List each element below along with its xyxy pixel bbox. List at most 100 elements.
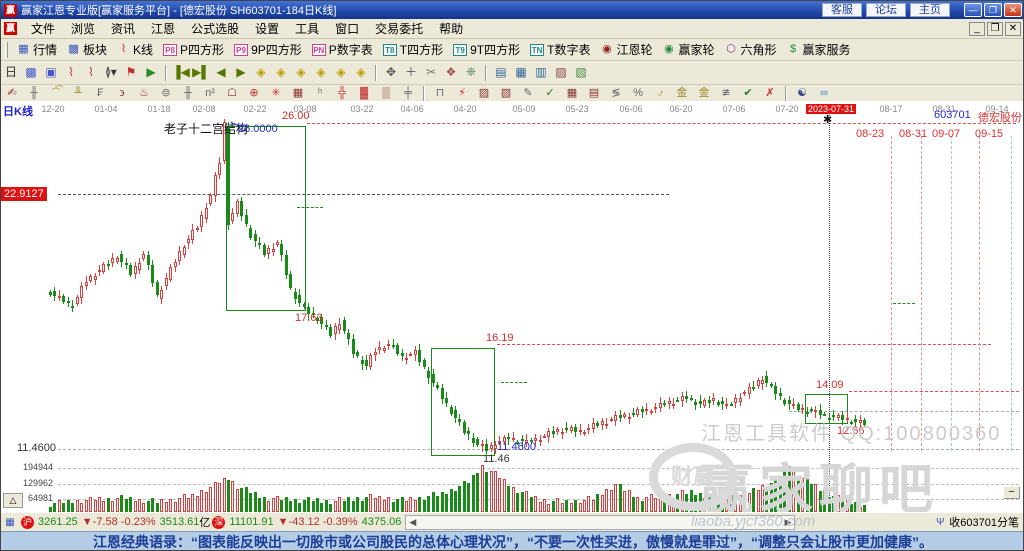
tool-icon[interactable]: ▧ <box>495 86 517 101</box>
scroll-left-arrow[interactable]: ◀ <box>409 517 416 528</box>
tool-icon[interactable]: ✥ <box>382 64 400 82</box>
tool-icon[interactable]: ⊜ <box>155 86 177 101</box>
tool-icon[interactable]: 金 <box>693 86 715 101</box>
tool-icon[interactable]: ⊕ <box>243 86 265 101</box>
toolbar-button-行情[interactable]: ▦ 行情 <box>12 40 62 59</box>
tool-icon[interactable]: 金 <box>671 86 693 101</box>
tool-icon[interactable]: ⚑ <box>122 64 140 82</box>
menu-item-资讯[interactable]: 资讯 <box>103 20 143 38</box>
tool-icon[interactable]: ⚡ <box>451 86 473 101</box>
tool-icon[interactable]: ╨ <box>67 86 89 101</box>
forum-button[interactable]: 论坛 <box>866 3 906 17</box>
support-button[interactable]: 客服 <box>822 3 862 17</box>
tool-icon[interactable]: ▦ <box>561 86 583 101</box>
toolbar-button-P四方形[interactable]: P8 P四方形 <box>158 40 229 59</box>
market-grid-icon[interactable]: ▦ <box>3 516 17 529</box>
menu-item-工具[interactable]: 工具 <box>287 20 327 38</box>
tool-icon[interactable]: ∞ <box>813 86 835 101</box>
tool-icon[interactable]: ╪ <box>397 86 419 101</box>
tool-icon[interactable]: ╬ <box>331 86 353 101</box>
tool-icon[interactable]: ╫ <box>177 86 199 101</box>
child-minimize-button[interactable]: _ <box>969 21 985 36</box>
tool-icon[interactable]: ◈ <box>272 64 290 82</box>
tool-icon[interactable]: ≬▾ <box>102 64 120 82</box>
menu-item-浏览[interactable]: 浏览 <box>63 20 103 38</box>
tool-icon[interactable]: ▧ <box>572 64 590 82</box>
menu-item-文件[interactable]: 文件 <box>23 20 63 38</box>
toolbar-button-板块[interactable]: ▩ 板块 <box>62 40 112 59</box>
tool-icon[interactable]: ▦ <box>287 86 309 101</box>
tool-icon[interactable]: ▨ <box>473 86 495 101</box>
tool-icon[interactable]: ▶ <box>232 64 250 82</box>
child-close-button[interactable]: ✕ <box>1005 21 1021 36</box>
toolbar-button-9P四方形[interactable]: P9 9P四方形 <box>229 40 307 59</box>
tool-icon[interactable]: ✂ <box>422 64 440 82</box>
tool-icon[interactable]: ▣ <box>42 64 60 82</box>
tool-icon[interactable]: ◈ <box>252 64 270 82</box>
tool-icon[interactable]: ▤ <box>583 86 605 101</box>
tool-icon[interactable]: ▦ <box>512 64 530 82</box>
tool-icon[interactable]: ʰ <box>309 86 331 101</box>
toolbar-button-9T四方形[interactable]: T9 9T四方形 <box>448 40 525 59</box>
tool-icon[interactable]: ≇ <box>715 86 737 101</box>
tool-icon[interactable]: ◈ <box>332 64 350 82</box>
tool-icon[interactable]: ▶▌ <box>192 64 210 82</box>
toolbar-button-T四方形[interactable]: T8 T四方形 <box>378 40 448 59</box>
child-restore-button[interactable]: ❐ <box>987 21 1003 36</box>
expand-panel-button[interactable]: △ <box>3 493 23 508</box>
tool-icon[interactable]: ⊓ <box>429 86 451 101</box>
tool-icon[interactable]: ▤ <box>492 64 510 82</box>
tool-icon[interactable]: ▨ <box>552 64 570 82</box>
tool-icon[interactable]: ✎ <box>517 86 539 101</box>
toolbar-button-六角形[interactable]: ⬡ 六角形 <box>720 40 782 59</box>
tool-icon[interactable]: n² <box>199 86 221 101</box>
collapse-volume-button[interactable]: – <box>1003 486 1020 499</box>
tool-icon[interactable]: ╫ <box>23 86 45 101</box>
tool-icon[interactable]: ☖ <box>221 86 243 101</box>
tool-icon[interactable]: ⌇ <box>62 64 80 82</box>
tool-icon[interactable]: ◀ <box>212 64 230 82</box>
tool-icon[interactable]: ＋ <box>402 64 420 82</box>
close-button[interactable]: ✕ <box>1004 3 1022 17</box>
menu-item-帮助[interactable]: 帮助 <box>431 20 471 38</box>
tool-icon[interactable]: ▐◀ <box>172 64 190 82</box>
tool-icon[interactable]: ♨ <box>133 86 155 101</box>
tool-icon[interactable]: ✍ <box>1 86 23 101</box>
menu-item-公式选股[interactable]: 公式选股 <box>183 20 247 38</box>
tool-icon[interactable]: ₣ <box>89 86 111 101</box>
home-button[interactable]: 主页 <box>910 3 950 17</box>
tool-icon[interactable]: ▥ <box>532 64 550 82</box>
toolbar-button-T数字表[interactable]: TN T数字表 <box>525 40 595 59</box>
tool-icon[interactable]: ⌇ <box>82 64 100 82</box>
tool-icon[interactable]: ❖ <box>442 64 460 82</box>
tool-icon[interactable]: ☯ <box>791 86 813 101</box>
toolbar-button-江恩轮[interactable]: ◉ 江恩轮 <box>595 40 657 59</box>
tool-icon[interactable]: ▒ <box>375 86 397 101</box>
tool-icon[interactable]: ⍻ <box>649 86 671 101</box>
toolbar-button-P数字表[interactable]: PN P数字表 <box>307 40 378 59</box>
tool-icon[interactable]: ❈ <box>462 64 480 82</box>
toolbar-button-K线[interactable]: ⌇ K线 <box>112 40 158 59</box>
tool-icon[interactable]: 日▾ <box>2 64 20 96</box>
tool-icon[interactable]: ✓ <box>539 86 561 101</box>
tool-icon[interactable]: ✔ <box>737 86 759 101</box>
tool-icon[interactable]: ✗ <box>759 86 781 101</box>
tool-icon[interactable]: ▶ <box>142 64 160 82</box>
tool-icon[interactable]: % <box>627 86 649 101</box>
toolbar-button-赢家轮[interactable]: ◉ 赢家轮 <box>657 40 719 59</box>
tool-icon[interactable]: ≶ <box>605 86 627 101</box>
tool-icon[interactable]: ✳ <box>265 86 287 101</box>
tool-icon[interactable]: ◈ <box>292 64 310 82</box>
tool-icon[interactable]: ϶ <box>111 86 133 101</box>
menu-item-交易委托[interactable]: 交易委托 <box>367 20 431 38</box>
menu-item-窗口[interactable]: 窗口 <box>327 20 367 38</box>
menu-item-设置[interactable]: 设置 <box>247 20 287 38</box>
minimize-button[interactable]: — <box>964 3 982 17</box>
tool-icon[interactable]: ▩ <box>22 64 40 82</box>
menu-item-江恩[interactable]: 江恩 <box>143 20 183 38</box>
toolbar-button-赢家服务[interactable]: $ 赢家服务 <box>782 40 856 59</box>
tool-icon[interactable]: ▓ <box>353 86 375 101</box>
tool-icon[interactable]: ᷍᷍ <box>45 86 67 101</box>
restore-button[interactable]: ❐ <box>984 3 1002 17</box>
tool-icon[interactable]: ◈ <box>352 64 370 82</box>
